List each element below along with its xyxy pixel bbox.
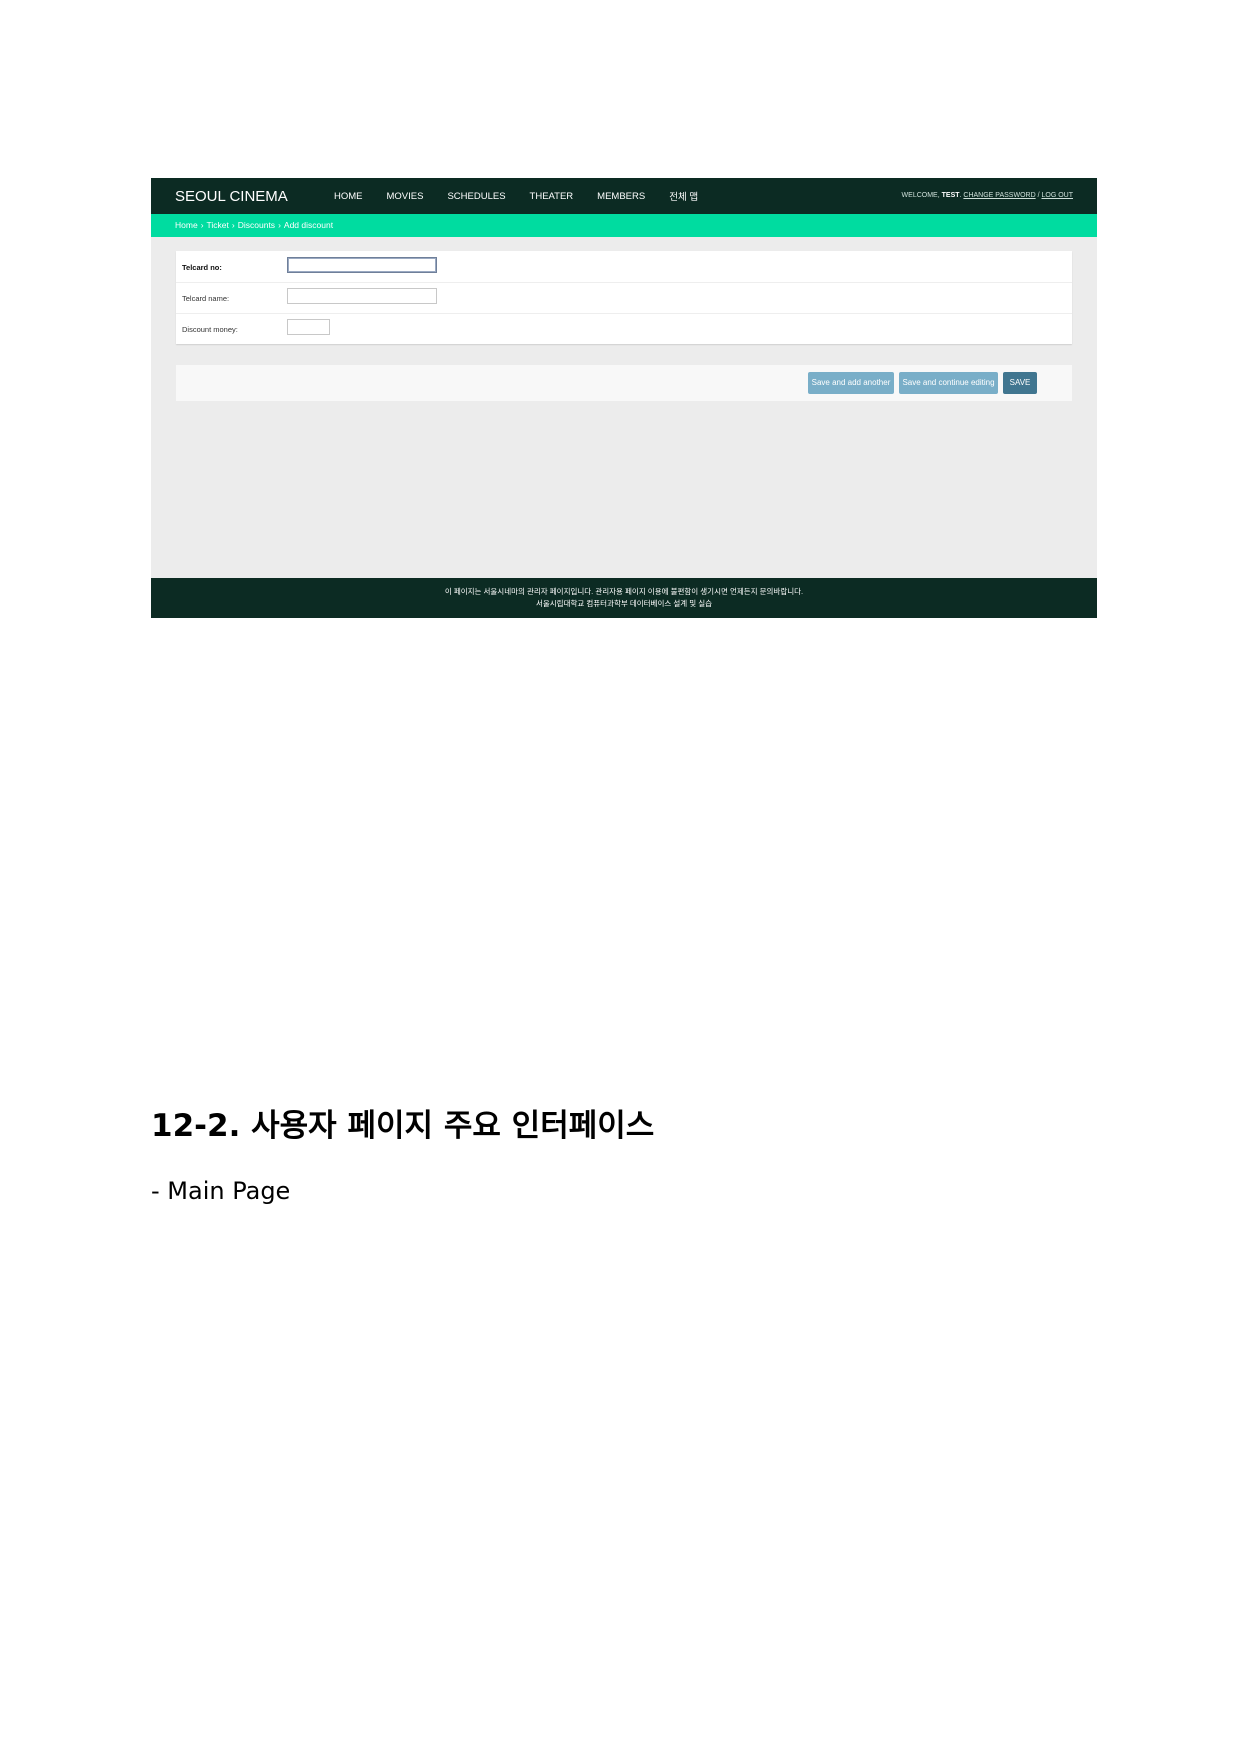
- top-navbar: SEOUL CINEMA HOME MOVIES SCHEDULES THEAT…: [151, 178, 1097, 214]
- save-button[interactable]: SAVE: [1003, 372, 1037, 394]
- breadcrumb-current: Add discount: [283, 220, 334, 230]
- telcard-no-input[interactable]: [287, 257, 437, 273]
- section-heading: 12-2. 사용자 페이지 주요 인터페이스: [151, 1108, 655, 1144]
- telcard-no-label: Telcard no:: [182, 263, 222, 272]
- brand-logo[interactable]: SEOUL CINEMA: [175, 188, 288, 205]
- form-row-telcard-name: Telcard name:: [176, 282, 1072, 314]
- breadcrumb: Home › Ticket › Discounts › Add discount: [151, 214, 1097, 237]
- admin-screenshot: SEOUL CINEMA HOME MOVIES SCHEDULES THEAT…: [151, 178, 1097, 618]
- change-password-link[interactable]: CHANGE PASSWORD: [963, 192, 1035, 199]
- footer-credit: 서울시립대학교 컴퓨터과학부 데이터베이스 설계 및 실습: [535, 599, 713, 608]
- main-nav: HOME MOVIES SCHEDULES THEATER MEMBERS 전체…: [334, 178, 722, 214]
- discount-money-input[interactable]: [287, 319, 330, 335]
- breadcrumb-discounts[interactable]: Discounts: [238, 220, 275, 230]
- user-tools: WELCOME, TEST. CHANGE PASSWORD / LOG OUT: [901, 192, 1073, 199]
- nav-home[interactable]: HOME: [334, 191, 363, 202]
- discount-form: Telcard no: Telcard name: Discount money…: [176, 251, 1072, 344]
- breadcrumb-separator: ›: [231, 220, 235, 230]
- nav-members[interactable]: MEMBERS: [597, 191, 645, 202]
- logout-link[interactable]: LOG OUT: [1041, 192, 1073, 199]
- save-add-another-button[interactable]: Save and add another: [808, 372, 894, 394]
- nav-theater[interactable]: THEATER: [530, 191, 574, 202]
- footer: 이 페이지는 서울시네마의 관리자 페이지입니다. 관리자용 페이지 이용에 불…: [151, 578, 1097, 618]
- form-row-discount-money: Discount money:: [176, 313, 1072, 344]
- username: TEST: [941, 192, 960, 199]
- form-row-telcard-no: Telcard no:: [176, 251, 1072, 283]
- submit-row: Save and add another Save and continue e…: [176, 365, 1072, 401]
- nav-movies[interactable]: MOVIES: [387, 191, 424, 202]
- footer-notice: 이 페이지는 서울시네마의 관리자 페이지입니다. 관리자용 페이지 이용에 불…: [444, 587, 804, 596]
- welcome-text: WELCOME,: [901, 192, 940, 199]
- nav-schedules[interactable]: SCHEDULES: [447, 191, 505, 202]
- breadcrumb-ticket[interactable]: Ticket: [207, 220, 229, 230]
- telcard-name-label: Telcard name:: [182, 294, 230, 303]
- save-continue-editing-button[interactable]: Save and continue editing: [899, 372, 998, 394]
- breadcrumb-separator: ›: [200, 220, 204, 230]
- section-subheading: - Main Page: [151, 1177, 291, 1205]
- nav-sitemap[interactable]: 전체 맵: [669, 189, 698, 203]
- discount-money-label: Discount money:: [182, 325, 238, 334]
- telcard-name-input[interactable]: [287, 288, 437, 304]
- user-tools-separator: /: [1037, 192, 1040, 199]
- breadcrumb-separator: ›: [278, 220, 281, 230]
- breadcrumb-home[interactable]: Home: [175, 220, 198, 230]
